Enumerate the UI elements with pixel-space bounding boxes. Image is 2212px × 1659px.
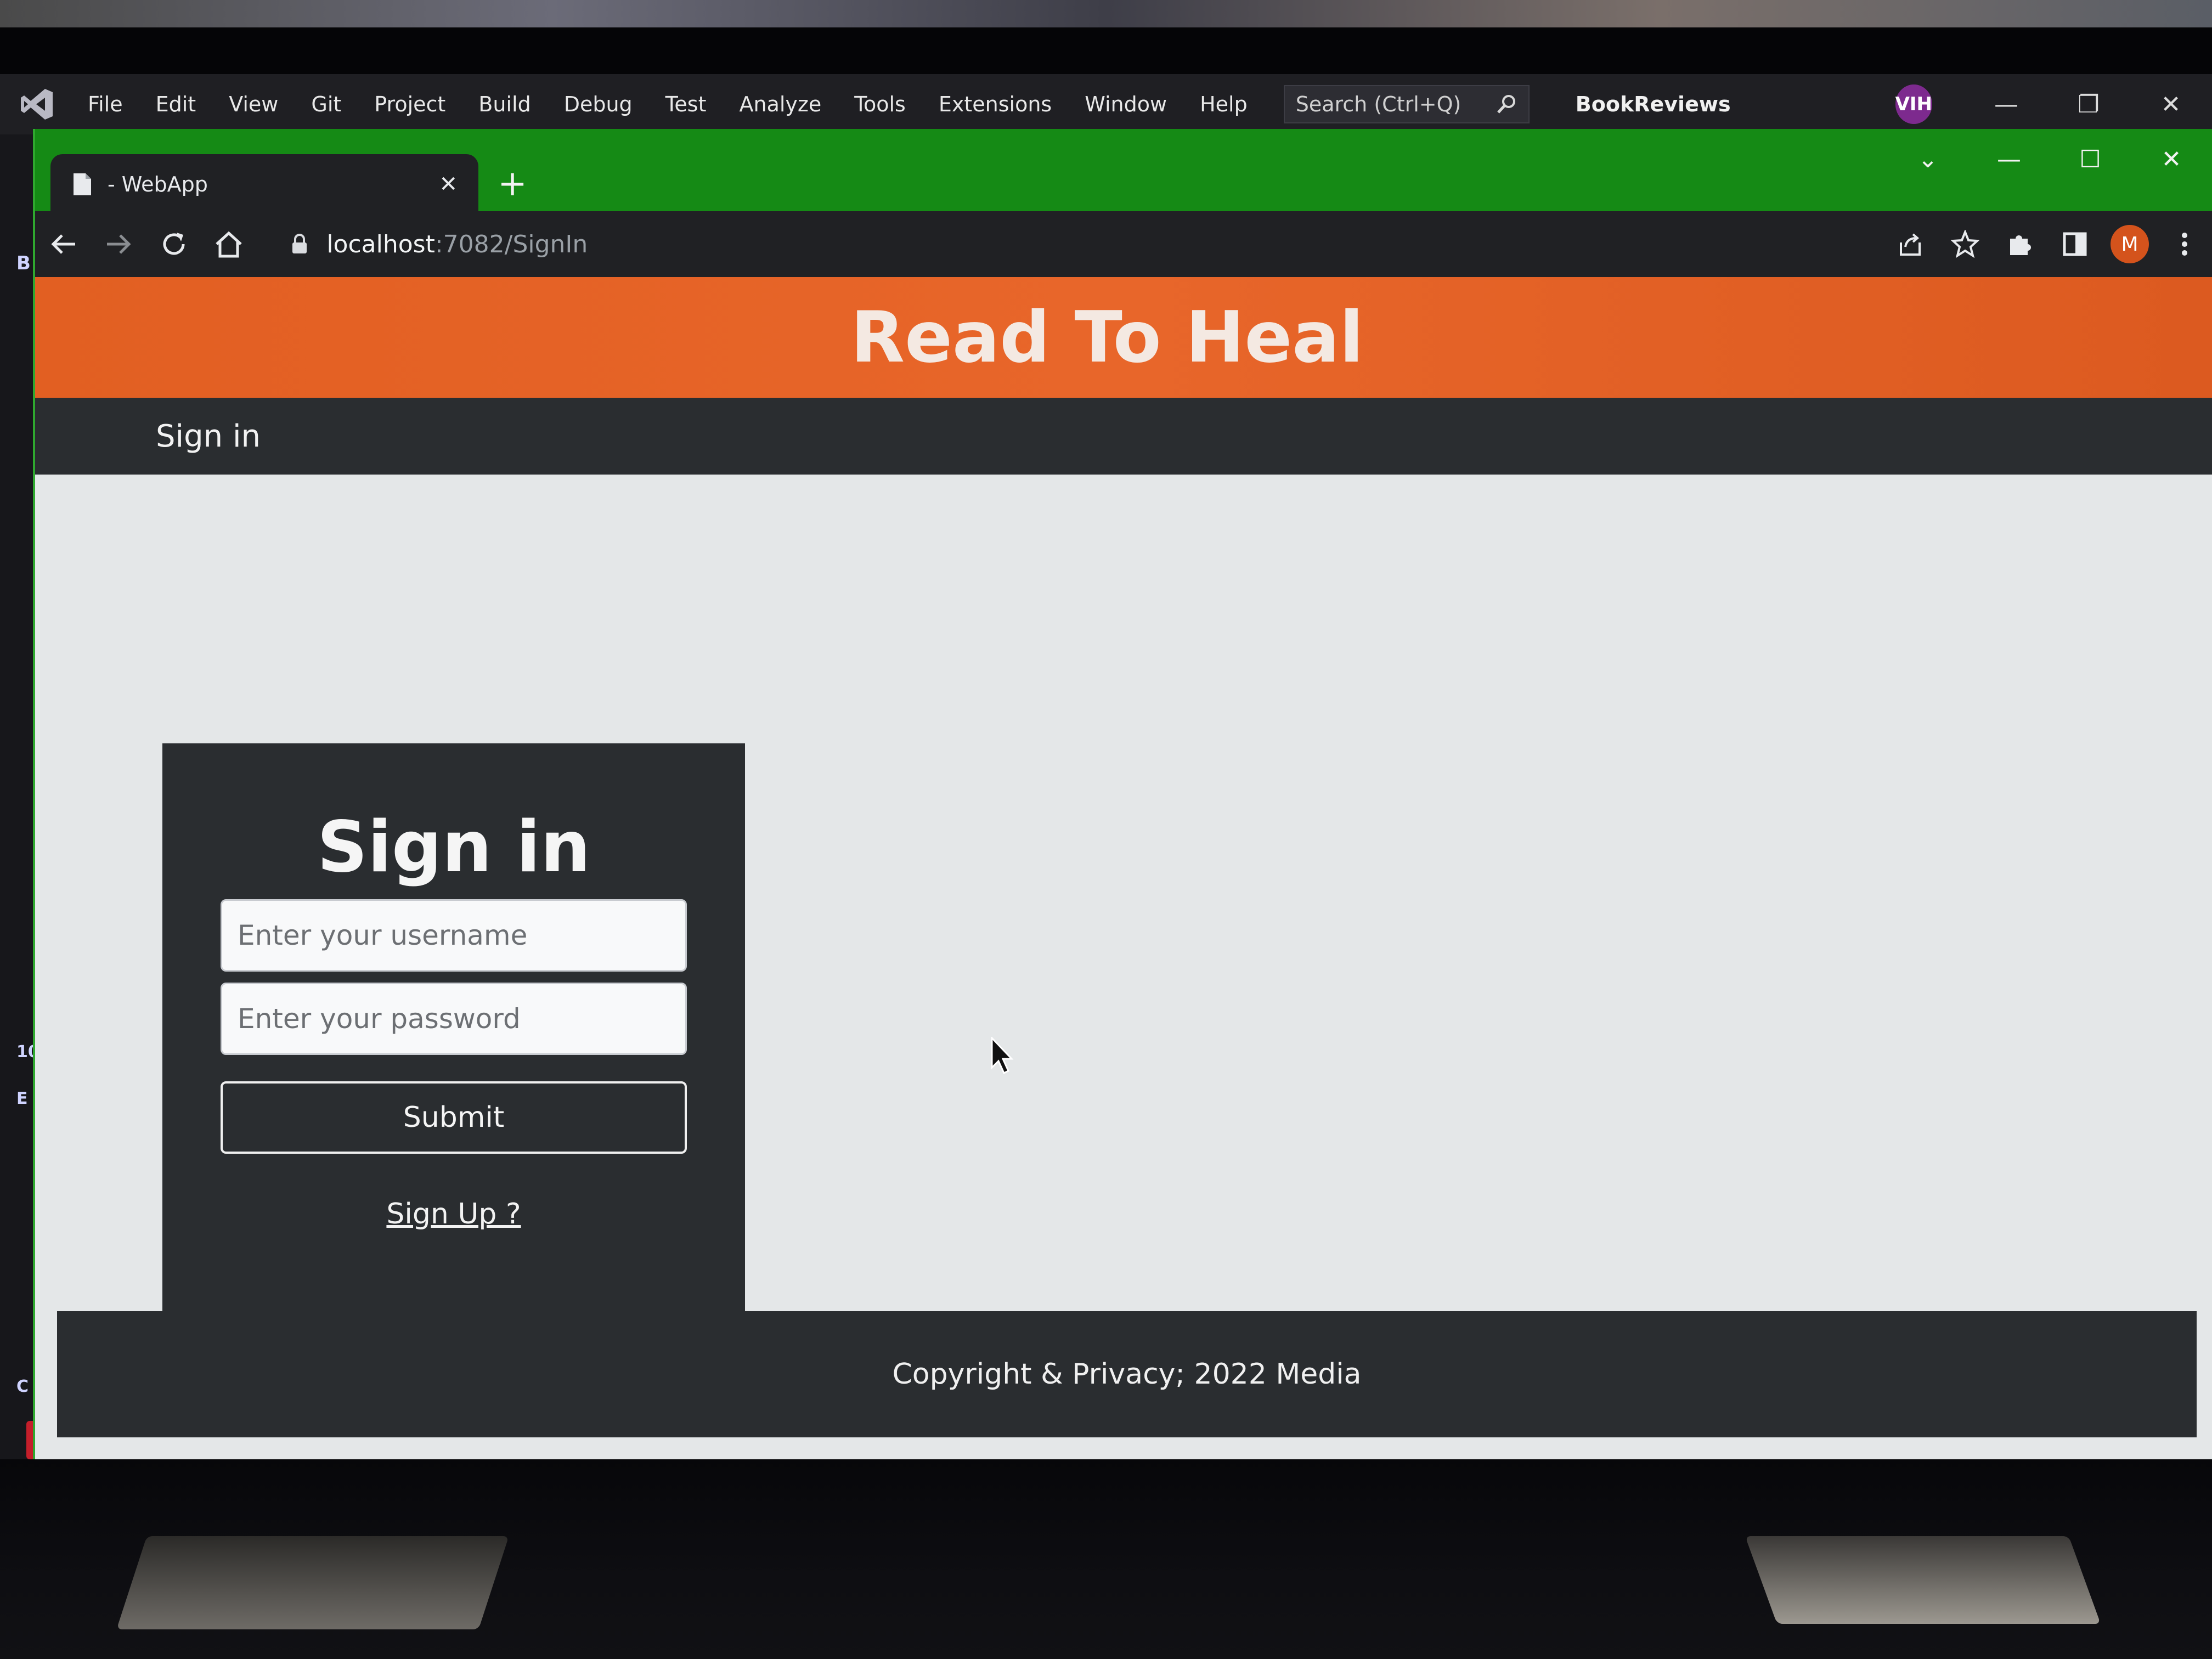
lock-icon: [292, 234, 307, 253]
puzzle-icon: [2010, 235, 2032, 255]
vs-menu-git[interactable]: Git: [295, 92, 358, 116]
signin-card: Sign in Submit Sign Up ?: [162, 743, 745, 1314]
browser-tab-webapp[interactable]: - WebApp ✕: [50, 154, 478, 215]
menu-button[interactable]: [2157, 217, 2212, 272]
arrow-right-icon: [107, 234, 132, 254]
maximize-icon[interactable]: ☐: [2050, 145, 2131, 173]
share-icon: [1900, 233, 1921, 256]
monitor-bezel-top: [0, 27, 2212, 74]
home-icon: [216, 231, 242, 258]
close-icon[interactable]: ✕: [2130, 91, 2212, 119]
new-tab-button[interactable]: +: [490, 162, 534, 206]
sign-up-link[interactable]: Sign Up ?: [386, 1198, 521, 1231]
address-bar[interactable]: localhost:7082/SignIn: [275, 219, 1861, 269]
search-icon: [1497, 95, 1515, 114]
browser-window: - WebApp ✕ + ⌄ — ☐ ✕ localhost:7082/Sig…: [33, 129, 2212, 1459]
star-icon: [1951, 230, 1980, 258]
vs-solution-name: BookReviews: [1575, 92, 1731, 116]
vs-menu-extensions[interactable]: Extensions: [922, 92, 1068, 116]
monitor-stand-right: [1745, 1536, 2101, 1624]
close-icon[interactable]: ✕: [2131, 145, 2212, 173]
vs-menu-analyze[interactable]: Analyze: [723, 92, 838, 116]
page-favicon-icon: [74, 173, 91, 195]
vs-window-controls: — ❐ ✕: [1965, 91, 2212, 119]
vs-menu-tools[interactable]: Tools: [838, 92, 922, 116]
minimize-icon[interactable]: —: [1965, 91, 2047, 119]
vs-side-mark: E: [16, 1089, 28, 1108]
password-input[interactable]: [221, 983, 687, 1055]
submit-button[interactable]: Submit: [221, 1081, 687, 1154]
browser-window-controls: ⌄ — ☐ ✕: [1887, 145, 2212, 173]
tab-title: - WebApp: [108, 172, 208, 196]
vs-menu: File Edit View Git Project Build Debug T…: [71, 92, 1264, 116]
more-vertical-icon: [2182, 233, 2188, 256]
forward-button[interactable]: [92, 217, 145, 272]
bookmark-button[interactable]: [1938, 217, 1993, 272]
restore-icon[interactable]: ❐: [2047, 91, 2130, 119]
side-panel-icon: [2063, 232, 2087, 256]
profile-button[interactable]: M: [2102, 217, 2157, 272]
nav-link-sign-in[interactable]: Sign in: [156, 419, 261, 454]
vs-menu-help[interactable]: Help: [1183, 92, 1264, 116]
vs-left-toolstrip: B 10 E C: [0, 134, 59, 1462]
tab-search-chevron-down-icon[interactable]: ⌄: [1887, 145, 1968, 173]
vs-menu-file[interactable]: File: [71, 92, 139, 116]
visual-studio-logo-icon: [20, 84, 55, 124]
vs-side-mark: B: [16, 252, 31, 274]
toolbar-actions: M: [1883, 217, 2212, 272]
reload-icon: [163, 233, 185, 255]
web-page: Read To Heal Sign in Sign in Submit Sign…: [35, 277, 2212, 1459]
reload-button[interactable]: [148, 217, 200, 272]
extensions-button[interactable]: [1993, 217, 2047, 272]
background-room: [0, 0, 2212, 27]
side-panel-button[interactable]: [2047, 217, 2102, 272]
arrow-left-icon: [51, 234, 76, 254]
url-path: :7082/SignIn: [435, 230, 588, 258]
vs-search-box[interactable]: Search (Ctrl+Q): [1283, 85, 1530, 123]
username-input[interactable]: [221, 899, 687, 972]
home-button[interactable]: [202, 217, 255, 272]
signin-heading: Sign in: [317, 806, 591, 888]
vs-menu-project[interactable]: Project: [358, 92, 462, 116]
browser-tabstrip: - WebApp ✕ + ⌄ — ☐ ✕: [35, 129, 2212, 215]
vs-menu-test[interactable]: Test: [649, 92, 723, 116]
url-host: localhost: [326, 230, 435, 258]
vs-side-mark: C: [16, 1377, 29, 1396]
site-title: Read To Heal: [850, 296, 1364, 379]
vs-menu-window[interactable]: Window: [1068, 92, 1183, 116]
vs-menu-build[interactable]: Build: [462, 92, 547, 116]
vs-search-placeholder: Search (Ctrl+Q): [1295, 92, 1462, 116]
mouse-cursor-icon: [991, 1037, 1014, 1075]
visual-studio-menubar: File Edit View Git Project Build Debug T…: [0, 74, 2212, 134]
site-footer: Copyright & Privacy; 2022 Media: [57, 1311, 2197, 1437]
profile-avatar: M: [2111, 225, 2149, 263]
vs-user-avatar[interactable]: VIH: [1895, 84, 1932, 124]
back-button[interactable]: [37, 217, 90, 272]
footer-copyright: Copyright & Privacy; 2022 Media: [892, 1358, 1362, 1391]
vs-menu-debug[interactable]: Debug: [548, 92, 649, 116]
site-header: Read To Heal: [35, 277, 2212, 398]
vs-menu-edit[interactable]: Edit: [139, 92, 213, 116]
share-button[interactable]: [1883, 217, 1938, 272]
monitor-stand-left: [116, 1536, 509, 1629]
tab-close-icon[interactable]: ✕: [439, 172, 458, 197]
site-navbar: Sign in: [35, 398, 2212, 475]
vs-menu-view[interactable]: View: [212, 92, 295, 116]
browser-toolbar: localhost:7082/SignIn M: [35, 211, 2212, 277]
minimize-icon[interactable]: —: [1968, 145, 2050, 173]
